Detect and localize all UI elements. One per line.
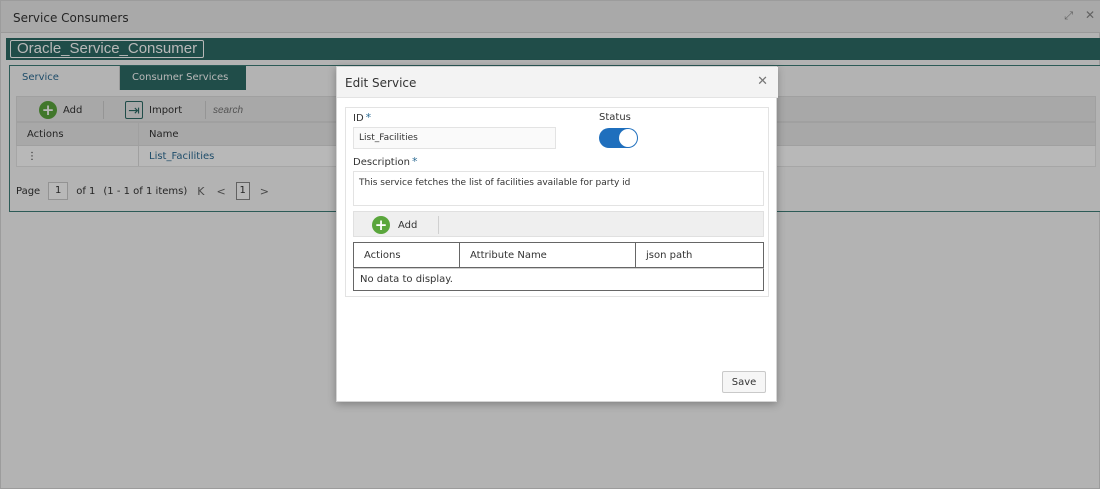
toolbar-divider [438,216,439,234]
status-toggle[interactable] [599,128,638,148]
description-label-text: Description [353,157,410,168]
attributes-table-header: Actions Attribute Name json path [353,242,764,268]
column-header-json-path: json path [646,249,693,261]
description-label: Description * [353,155,417,168]
edit-service-dialog: Edit Service ✕ ID * List_Facilities Statu… [336,66,778,402]
add-attribute-label: Add [398,219,418,231]
attributes-toolbar: + Add [353,211,764,237]
status-label: Status [599,112,631,123]
id-label: ID * [353,111,371,124]
column-header-attribute-name: Attribute Name [460,243,636,267]
add-attribute-button[interactable]: + Add [372,216,417,234]
id-field[interactable]: List_Facilities [353,127,556,149]
dialog-form: ID * List_Facilities Status Description * … [345,107,769,297]
required-marker: * [365,111,372,124]
id-label-text: ID [353,113,364,124]
column-header-actions: Actions [354,243,460,267]
description-field[interactable]: This service fetches the list of facilit… [353,171,764,206]
required-marker: * [411,155,418,168]
dialog-close-icon[interactable]: ✕ [757,74,768,89]
dialog-title: Edit Service [345,76,417,90]
save-button[interactable]: Save [722,371,766,393]
toggle-knob [619,129,637,147]
add-icon: + [372,216,390,234]
empty-table-message: No data to display. [353,268,764,291]
attributes-table: Actions Attribute Name json path No data… [353,242,764,291]
dialog-header: Edit Service ✕ [337,67,778,98]
